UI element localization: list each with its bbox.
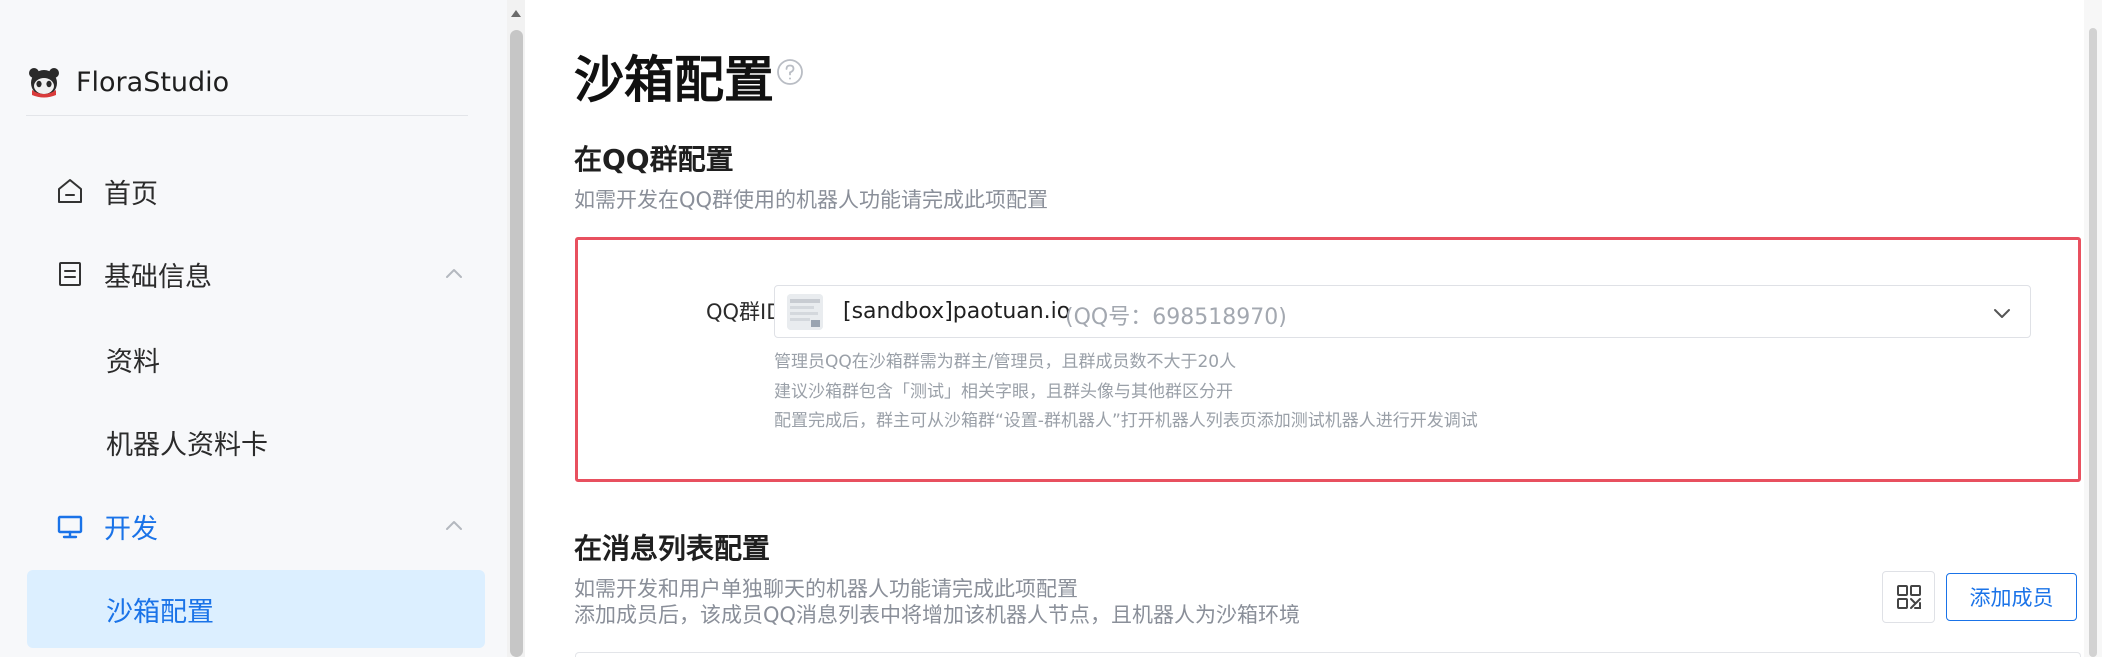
selected-group-name: [sandbox]paotuan.io bbox=[843, 299, 1071, 324]
monitor-icon bbox=[57, 515, 83, 539]
group-avatar-image-icon bbox=[787, 294, 823, 330]
app-window: FloraStudio 首页 基础信息 资料 机器人资料卡 开发 沙箱配置 沙箱… bbox=[0, 0, 2102, 657]
message-list-section-title: 在消息列表配置 bbox=[574, 532, 771, 565]
qq-group-id-label: QQ群ID bbox=[706, 300, 783, 324]
qr-code-icon bbox=[1896, 585, 1921, 609]
sidebar-item-sandbox-config[interactable]: 沙箱配置 bbox=[27, 570, 485, 648]
sidebar-item-label: 首页 bbox=[104, 178, 158, 210]
sidebar-item-label: 开发 bbox=[104, 513, 158, 545]
sidebar-item-bot-profile-card[interactable]: 机器人资料卡 bbox=[0, 414, 507, 470]
hint-line: 配置完成后，群主可从沙箱群“设置-群机器人”打开机器人列表页添加测试机器人进行开… bbox=[774, 411, 1478, 431]
sidebar-item-label: 基础信息 bbox=[104, 261, 212, 293]
hint-line: 建议沙箱群包含「测试」相关字眼，且群头像与其他群区分开 bbox=[774, 381, 1233, 402]
brand-name: FloraStudio bbox=[76, 66, 230, 98]
question-circle-icon[interactable] bbox=[776, 58, 804, 86]
hint-line: 管理员QQ在沙箱群需为群主/管理员，且群成员数不大于20人 bbox=[774, 352, 1237, 372]
sidebar: FloraStudio 首页 基础信息 资料 机器人资料卡 开发 沙箱配置 bbox=[0, 0, 507, 657]
brand[interactable]: FloraStudio bbox=[26, 62, 229, 102]
member-list-table bbox=[575, 652, 2081, 657]
sidebar-item-label: 资料 bbox=[106, 346, 160, 378]
brand-divider bbox=[26, 115, 468, 116]
sidebar-item-basic-info[interactable]: 基础信息 bbox=[0, 246, 507, 302]
message-list-description-line: 如需开发和用户单独聊天的机器人功能请完成此项配置 bbox=[574, 577, 1078, 601]
message-list-description-line: 添加成员后，该成员QQ消息列表中将增加该机器人节点，且机器人为沙箱环境 bbox=[574, 603, 1301, 627]
group-avatar bbox=[787, 294, 823, 330]
main-scrollbar-thumb[interactable] bbox=[2089, 28, 2097, 657]
document-icon bbox=[59, 262, 81, 286]
sidebar-item-label: 沙箱配置 bbox=[106, 596, 214, 628]
sidebar-item-home[interactable]: 首页 bbox=[0, 163, 507, 219]
qq-group-section-description: 如需开发在QQ群使用的机器人功能请完成此项配置 bbox=[574, 188, 1049, 212]
scroll-up-arrow-icon[interactable] bbox=[510, 8, 522, 18]
page-title: 沙箱配置 bbox=[574, 51, 774, 109]
selected-group-qq-number: (QQ号：698518970) bbox=[1065, 305, 1287, 330]
qq-group-config-panel: QQ群ID [sandbox]paotuan.io (QQ号：698518970… bbox=[575, 237, 2081, 482]
sidebar-item-label: 机器人资料卡 bbox=[106, 429, 268, 461]
qq-group-section-title: 在QQ群配置 bbox=[574, 143, 734, 176]
main-content: 沙箱配置 在QQ群配置 如需开发在QQ群使用的机器人功能请完成此项配置 QQ群I… bbox=[532, 0, 2082, 657]
add-member-button[interactable]: 添加成员 bbox=[1946, 573, 2077, 621]
chevron-up-icon[interactable] bbox=[442, 514, 466, 538]
qq-group-select[interactable]: [sandbox]paotuan.io (QQ号：698518970) bbox=[774, 285, 2031, 338]
home-icon bbox=[58, 179, 82, 203]
sidebar-item-profile[interactable]: 资料 bbox=[0, 331, 507, 387]
sidebar-item-development[interactable]: 开发 bbox=[0, 498, 507, 554]
qr-code-button[interactable] bbox=[1882, 571, 1935, 623]
panda-mascot-icon bbox=[29, 68, 59, 98]
sidebar-scrollbar-thumb[interactable] bbox=[510, 30, 523, 657]
chevron-down-icon[interactable] bbox=[1990, 301, 2014, 325]
qq-group-hints: 管理员QQ在沙箱群需为群主/管理员，且群成员数不大于20人 建议沙箱群包含「测试… bbox=[774, 348, 1478, 437]
chevron-up-icon[interactable] bbox=[442, 262, 466, 286]
